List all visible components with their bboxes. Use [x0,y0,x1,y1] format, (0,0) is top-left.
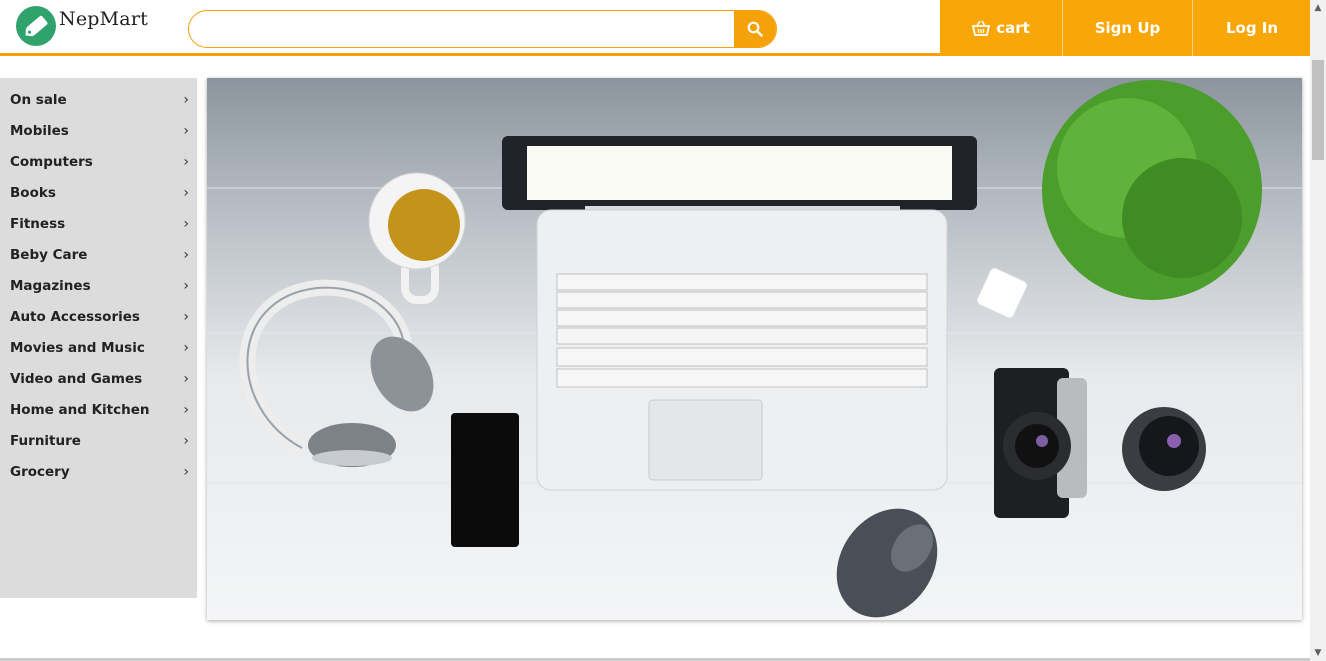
category-sidebar: On sale › Mobiles › Computers › Books › … [0,78,197,598]
mouse [836,508,938,618]
sidebar-item-label: Magazines [10,277,91,294]
sidebar-item-furniture[interactable]: Furniture › [0,425,197,456]
search-button[interactable] [734,11,776,47]
sidebar-item-movies-music[interactable]: Movies and Music › [0,332,197,363]
sidebar-item-label: Furniture [10,432,81,449]
chevron-right-icon: › [183,215,189,232]
coffee-cup [368,172,466,304]
search-input[interactable] [189,11,734,47]
camera [994,368,1087,518]
sidebar-item-label: Movies and Music [10,339,145,356]
search-bar [188,10,777,48]
sidebar-item-label: Auto Accessories [10,308,140,325]
cart-label: cart [996,19,1030,37]
chevron-right-icon: › [183,308,189,325]
top-nav: cart Sign Up Log In [940,0,1311,56]
vertical-scrollbar[interactable]: ▲ ▼ [1310,0,1326,661]
chevron-right-icon: › [183,370,189,387]
hero-illustration [207,80,1302,618]
chevron-right-icon: › [183,153,189,170]
sidebar-item-mobiles[interactable]: Mobiles › [0,115,197,146]
logo[interactable]: NepMart [16,6,148,46]
sidebar-item-label: Mobiles [10,122,69,139]
chevron-right-icon: › [183,122,189,139]
sidebar-item-label: Video and Games [10,370,143,387]
small-box [976,267,1028,319]
camera-lens [1122,407,1206,491]
scroll-thumb[interactable] [1312,60,1324,160]
brand-name: NepMart [59,8,148,30]
sidebar-item-fitness[interactable]: Fitness › [0,208,197,239]
sidebar-item-baby-care[interactable]: Beby Care › [0,239,197,270]
header: NepMart cart Sign Up Log In [0,0,1311,56]
chevron-right-icon: › [183,463,189,480]
sidebar-item-computers[interactable]: Computers › [0,146,197,177]
chevron-right-icon: › [183,339,189,356]
tag-icon [16,6,56,46]
chevron-right-icon: › [183,432,189,449]
sidebar-item-grocery[interactable]: Grocery › [0,456,197,487]
sidebar-item-label: Home and Kitchen [10,401,150,418]
login-button[interactable]: Log In [1192,0,1311,56]
laptop [502,136,977,491]
sidebar-item-label: Books [10,184,56,201]
cart-button[interactable]: cart [940,0,1062,56]
hero-banner-image [207,78,1302,620]
basket-icon [972,20,991,36]
chevron-right-icon: › [183,401,189,418]
plant [1042,80,1262,300]
chevron-right-icon: › [183,246,189,263]
search-icon [747,21,763,37]
chevron-right-icon: › [183,277,189,294]
signup-label: Sign Up [1094,19,1161,37]
sidebar-item-video-games[interactable]: Video and Games › [0,363,197,394]
chevron-right-icon: › [183,91,189,108]
sidebar-item-magazines[interactable]: Magazines › [0,270,197,301]
scroll-up-icon[interactable]: ▲ [1310,0,1326,16]
scroll-down-icon[interactable]: ▼ [1310,645,1326,661]
headphones [239,279,434,467]
sidebar-item-label: Computers [10,153,93,170]
smartphone [451,413,519,547]
login-label: Log In [1225,19,1279,37]
sidebar-item-label: Beby Care [10,246,88,263]
sidebar-item-label: Fitness [10,215,66,232]
sidebar-item-auto-accessories[interactable]: Auto Accessories › [0,301,197,332]
signup-button[interactable]: Sign Up [1062,0,1192,56]
sidebar-item-label: On sale [10,91,67,108]
sidebar-item-books[interactable]: Books › [0,177,197,208]
sidebar-item-on-sale[interactable]: On sale › [0,84,197,115]
sidebar-item-home-kitchen[interactable]: Home and Kitchen › [0,394,197,425]
chevron-right-icon: › [183,184,189,201]
sidebar-item-label: Grocery [10,463,70,480]
